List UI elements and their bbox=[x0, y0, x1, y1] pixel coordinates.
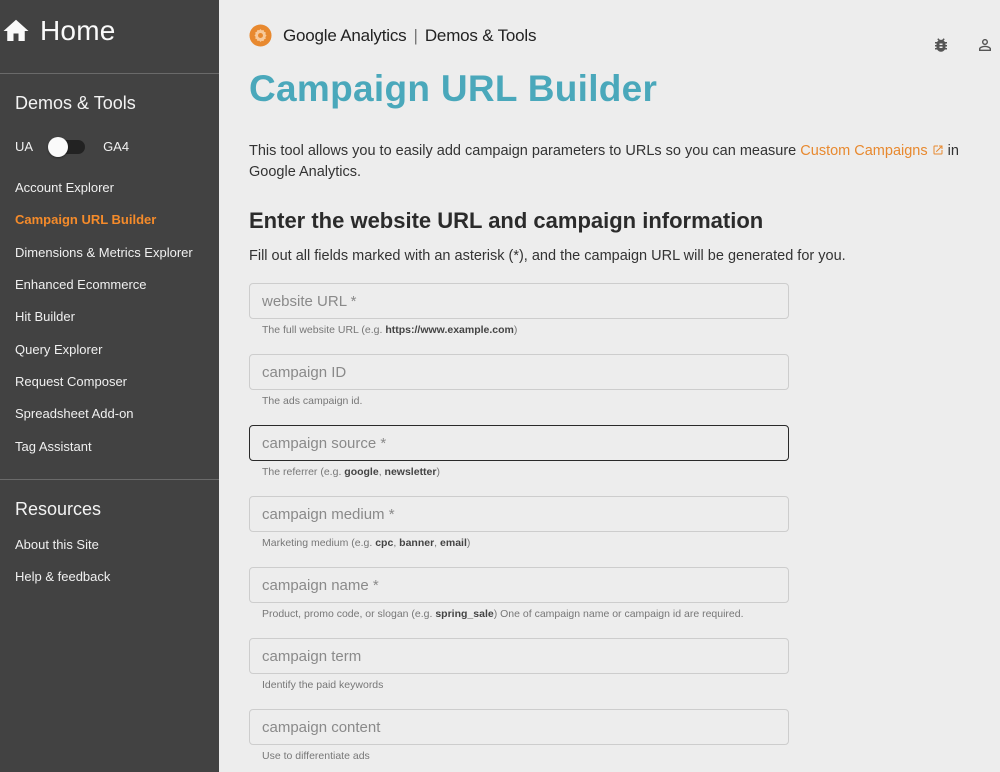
sidebar-item-enhanced-ecommerce[interactable]: Enhanced Ecommerce bbox=[15, 277, 147, 292]
campaign-id-field: The ads campaign id. bbox=[249, 354, 789, 407]
demos-tools-heading: Demos & Tools bbox=[15, 93, 136, 113]
helper-example: cpc bbox=[375, 537, 394, 549]
custom-campaigns-link-label: Custom Campaigns bbox=[800, 143, 928, 159]
sidebar-item-about-this-site[interactable]: About this Site bbox=[15, 537, 99, 552]
campaign-content-input[interactable] bbox=[249, 709, 789, 745]
ua-ga4-toggle[interactable] bbox=[48, 136, 86, 157]
helper-text: Marketing medium (e.g. bbox=[262, 537, 376, 549]
helper-text: ) bbox=[513, 324, 518, 336]
campaign-term-field: Identify the paid keywords bbox=[249, 638, 789, 691]
sidebar-item-spreadsheet-add-on[interactable]: Spreadsheet Add-on bbox=[15, 406, 134, 421]
helper-text: The full website URL (e.g. bbox=[262, 324, 386, 336]
website-url-helper: The full website URL (e.g. https://www.e… bbox=[262, 324, 789, 336]
home-icon bbox=[3, 19, 29, 41]
sidebar-item-tag-assistant[interactable]: Tag Assistant bbox=[15, 439, 92, 454]
campaign-name-input[interactable] bbox=[249, 567, 789, 603]
brand-header: Google Analytics | Demos & Tools bbox=[249, 24, 536, 47]
campaign-medium-helper: Marketing medium (e.g. cpc, banner, emai… bbox=[262, 537, 789, 549]
helper-text: The ads campaign id. bbox=[262, 395, 363, 407]
custom-campaigns-link[interactable]: Custom Campaigns bbox=[800, 143, 943, 159]
external-link-icon bbox=[933, 145, 943, 155]
helper-text: The referrer (e.g. bbox=[262, 466, 345, 478]
toggle-knob[interactable] bbox=[48, 136, 69, 157]
website-url-field: The full website URL (e.g. https://www.e… bbox=[249, 283, 789, 336]
bug-icon[interactable] bbox=[932, 36, 950, 54]
sidebar-item-help-feedback[interactable]: Help & feedback bbox=[15, 569, 110, 584]
brand-google-analytics: Google Analytics bbox=[283, 25, 407, 45]
sidebar: Home Demos & Tools UA GA4 Account Explor… bbox=[0, 0, 219, 772]
campaign-medium-input[interactable] bbox=[249, 496, 789, 532]
intro-text: This tool allows you to easily add campa… bbox=[249, 141, 979, 183]
campaign-source-input[interactable] bbox=[249, 425, 789, 461]
helper-example: newsletter bbox=[384, 466, 437, 478]
campaign-name-field: Product, promo code, or slogan (e.g. spr… bbox=[249, 567, 789, 620]
sidebar-item-hit-builder[interactable]: Hit Builder bbox=[15, 309, 75, 324]
helper-text: ) One of campaign name or campaign id ar… bbox=[493, 608, 744, 620]
website-url-input[interactable] bbox=[249, 283, 789, 319]
sidebar-item-account-explorer[interactable]: Account Explorer bbox=[15, 180, 114, 195]
campaign-source-helper: The referrer (e.g. google, newsletter) bbox=[262, 466, 789, 478]
campaign-source-field: The referrer (e.g. google, newsletter) bbox=[249, 425, 789, 478]
campaign-id-input[interactable] bbox=[249, 354, 789, 390]
helper-example: https://www.example.com bbox=[385, 324, 514, 336]
google-analytics-logo-icon bbox=[249, 24, 272, 47]
resources-heading: Resources bbox=[15, 499, 102, 519]
section-heading: Enter the website URL and campaign infor… bbox=[249, 208, 764, 233]
helper-example: email bbox=[440, 537, 467, 549]
main-content: Google Analytics | Demos & Tools Campaig… bbox=[219, 0, 1000, 772]
intro-text-before: This tool allows you to easily add campa… bbox=[249, 143, 801, 159]
helper-text: Use to differentiate ads bbox=[262, 750, 370, 762]
page-title: Campaign URL Builder bbox=[249, 68, 658, 109]
toggle-left-label: UA bbox=[15, 139, 34, 154]
helper-example: banner bbox=[399, 537, 435, 549]
helper-text: ) bbox=[466, 537, 471, 549]
sidebar-item-query-explorer[interactable]: Query Explorer bbox=[15, 342, 102, 357]
helper-text: Product, promo code, or slogan (e.g. bbox=[262, 608, 436, 620]
home-label: Home bbox=[40, 15, 116, 46]
campaign-content-field: Use to differentiate ads bbox=[249, 709, 789, 762]
campaign-medium-field: Marketing medium (e.g. cpc, banner, emai… bbox=[249, 496, 789, 549]
account-icon[interactable] bbox=[976, 36, 994, 54]
sidebar-item-campaign-url-builder[interactable]: Campaign URL Builder bbox=[15, 212, 156, 227]
helper-example: spring_sale bbox=[435, 608, 494, 620]
sidebar-divider bbox=[0, 73, 219, 74]
helper-text: ) bbox=[436, 466, 440, 478]
campaign-id-helper: The ads campaign id. bbox=[262, 395, 789, 407]
toggle-right-label: GA4 bbox=[103, 139, 130, 154]
sidebar-divider bbox=[0, 479, 219, 480]
helper-example: google bbox=[344, 466, 379, 478]
brand-demos-tools: Demos & Tools bbox=[424, 25, 537, 45]
brand-separator: | bbox=[413, 25, 418, 45]
campaign-name-helper: Product, promo code, or slogan (e.g. spr… bbox=[262, 608, 789, 620]
home-link[interactable]: Home bbox=[0, 12, 116, 50]
campaign-term-input[interactable] bbox=[249, 638, 789, 674]
campaign-content-helper: Use to differentiate ads bbox=[262, 750, 789, 762]
section-subtext: Fill out all fields marked with an aster… bbox=[249, 248, 846, 264]
sidebar-item-dimensions-metrics-explorer[interactable]: Dimensions & Metrics Explorer bbox=[15, 245, 193, 260]
helper-text: Identify the paid keywords bbox=[262, 679, 384, 691]
sidebar-item-request-composer[interactable]: Request Composer bbox=[15, 374, 127, 389]
ua-ga4-toggle-row: UA GA4 bbox=[15, 136, 130, 157]
campaign-term-helper: Identify the paid keywords bbox=[262, 679, 789, 691]
